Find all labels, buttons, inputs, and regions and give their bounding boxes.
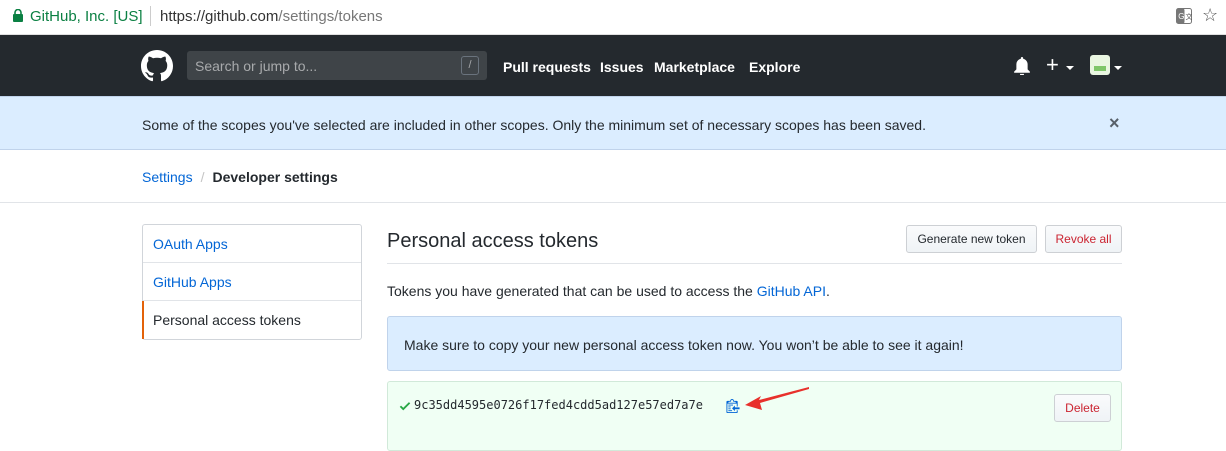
url-path: /settings/tokens	[278, 8, 383, 25]
breadcrumb-current: Developer settings	[212, 169, 338, 185]
address-separator	[150, 6, 151, 26]
description-text: Tokens you have generated that can be us…	[387, 283, 757, 299]
site-identity: GitHub, Inc. [US]	[30, 8, 143, 25]
tokens-description: Tokens you have generated that can be us…	[387, 283, 830, 299]
url-text[interactable]: https://github.com/settings/tokens	[160, 8, 383, 25]
github-logo-icon[interactable]	[141, 50, 173, 82]
sidebar-item-oauth-apps[interactable]: OAuth Apps	[143, 225, 361, 263]
github-api-link[interactable]: GitHub API	[757, 283, 826, 299]
svg-text:G: G	[1178, 12, 1184, 21]
page-subhead: Personal access tokens Generate new toke…	[387, 224, 1122, 264]
flash-notice: Some of the scopes you've selected are i…	[0, 96, 1226, 150]
check-icon	[399, 402, 411, 411]
delete-token-button[interactable]: Delete	[1054, 394, 1111, 422]
developer-settings-menu: OAuth Apps GitHub Apps Personal access t…	[142, 224, 362, 340]
breadcrumb: Settings / Developer settings	[142, 169, 338, 185]
search-shortcut-key: /	[461, 56, 479, 75]
bookmark-star-icon[interactable]: ☆	[1202, 5, 1218, 26]
copy-token-notice-text: Make sure to copy your new personal acce…	[404, 337, 964, 353]
copy-token-notice: Make sure to copy your new personal acce…	[387, 316, 1122, 371]
nav-issues[interactable]: Issues	[600, 59, 644, 75]
translate-icon[interactable]: G 文	[1176, 8, 1192, 24]
create-new-plus-icon[interactable]: +	[1046, 54, 1059, 76]
nav-marketplace[interactable]: Marketplace	[654, 59, 735, 75]
token-value[interactable]: 9c35dd4595e0726f17fed4cdd5ad127e57ed7a7e	[414, 398, 703, 412]
annotation-arrow	[745, 387, 809, 410]
notifications-bell-icon[interactable]	[1014, 57, 1030, 75]
generate-new-token-button[interactable]: Generate new token	[906, 225, 1037, 253]
search-input[interactable]: Search or jump to... /	[187, 51, 487, 80]
site-header: Search or jump to... / Pull requests Iss…	[0, 35, 1226, 96]
page-title: Personal access tokens	[387, 230, 599, 252]
revoke-all-button[interactable]: Revoke all	[1045, 225, 1122, 253]
clipboard-copy-icon[interactable]	[726, 398, 740, 413]
breadcrumb-separator: /	[200, 169, 205, 185]
svg-text:文: 文	[1186, 12, 1193, 21]
sidebar-item-personal-access-tokens[interactable]: Personal access tokens	[142, 301, 361, 339]
breadcrumb-settings-link[interactable]: Settings	[142, 169, 193, 185]
lock-icon	[13, 9, 23, 22]
user-menu-caret-icon[interactable]	[1114, 66, 1122, 70]
flash-message: Some of the scopes you've selected are i…	[142, 117, 926, 133]
nav-explore[interactable]: Explore	[749, 59, 800, 75]
user-avatar[interactable]	[1090, 55, 1110, 75]
browser-address-bar[interactable]: GitHub, Inc. [US] https://github.com/set…	[0, 0, 1226, 35]
description-period: .	[825, 283, 830, 299]
sidebar-item-github-apps[interactable]: GitHub Apps	[143, 263, 361, 301]
breadcrumb-divider	[0, 202, 1226, 203]
search-placeholder: Search or jump to...	[195, 58, 318, 74]
close-icon[interactable]: ×	[1109, 113, 1120, 134]
url-host: https://github.com	[160, 8, 279, 25]
nav-pull-requests[interactable]: Pull requests	[503, 59, 591, 75]
create-new-dropdown-caret-icon[interactable]	[1066, 66, 1074, 70]
